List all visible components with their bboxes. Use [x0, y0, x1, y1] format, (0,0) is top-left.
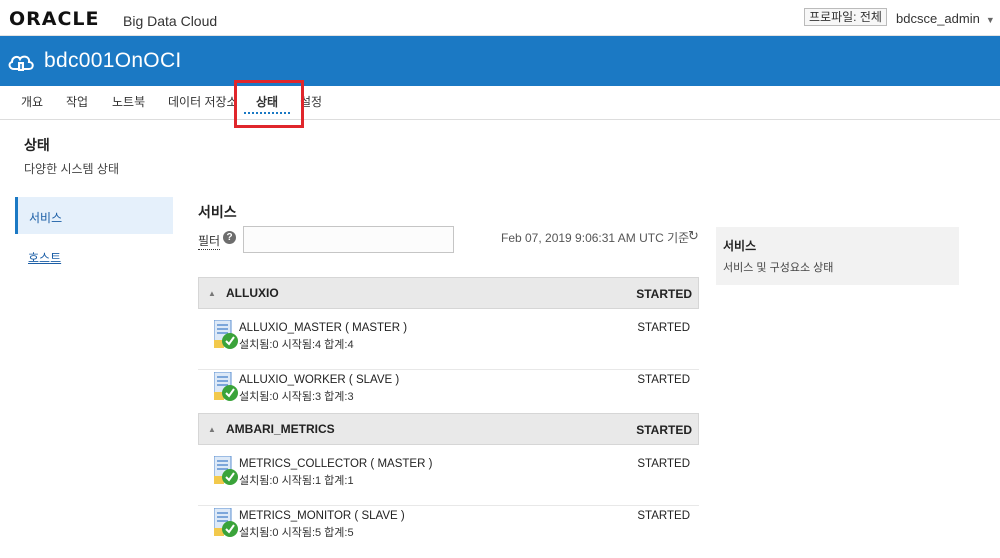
service-group-header[interactable]: ▲ ALLUXIO STARTED: [198, 277, 699, 309]
service-title: bdc001OnOCI: [44, 49, 182, 72]
info-panel-title: 서비스: [723, 239, 757, 253]
service-status: STARTED: [637, 374, 690, 386]
service-name: METRICS_MONITOR ( SLAVE ): [239, 510, 405, 522]
service-ok-icon: [214, 372, 238, 401]
tab-bar: [0, 86, 1000, 120]
group-status: STARTED: [636, 287, 692, 301]
service-name: ALLUXIO_WORKER ( SLAVE ): [239, 374, 400, 386]
product-name: Big Data Cloud: [123, 13, 218, 29]
info-panel-description: 서비스 및 구성요소 상태: [723, 262, 834, 274]
last-updated-timestamp: Feb 07, 2019 9:06:31 AM UTC 기준: [501, 231, 690, 245]
sidebar-item-label: 서비스: [29, 211, 63, 225]
service-status: STARTED: [637, 322, 690, 334]
sidebar-item-hosts[interactable]: 호스트: [28, 249, 61, 266]
page-subtitle: 다양한 시스템 상태: [24, 162, 119, 176]
service-name: ALLUXIO_MASTER ( MASTER ): [239, 322, 408, 334]
group-status: STARTED: [636, 423, 692, 437]
highlight-box: [234, 80, 304, 128]
collapse-triangle-icon[interactable]: ▲: [208, 289, 216, 298]
service-counts: 설치됨:0 시작됨:5 합계:5: [239, 527, 354, 539]
page-title: 상태: [24, 137, 50, 153]
tab-overview[interactable]: 개요: [21, 94, 43, 114]
service-ok-icon: [214, 320, 238, 349]
collapse-triangle-icon[interactable]: ▲: [208, 425, 216, 434]
service-status: STARTED: [637, 458, 690, 470]
help-icon[interactable]: ?: [223, 231, 236, 244]
group-name: ALLUXIO: [226, 286, 279, 300]
tab-data-stores[interactable]: 데이터 저장소: [168, 94, 238, 114]
tab-jobs[interactable]: 작업: [66, 94, 88, 114]
service-ok-icon: [214, 456, 238, 485]
service-row: ALLUXIO_MASTER ( MASTER ) 설치됨:0 시작됨:4 합계…: [198, 318, 699, 370]
service-counts: 설치됨:0 시작됨:4 합계:4: [239, 339, 354, 351]
section-title: 서비스: [198, 204, 237, 220]
profile-selector[interactable]: 프로파일: 전체: [804, 8, 887, 26]
cloud-icon: [8, 55, 34, 71]
tab-notebook[interactable]: 노트북: [112, 94, 145, 114]
user-name: bdcsce_admin: [896, 11, 980, 26]
refresh-icon[interactable]: ↻: [688, 228, 699, 244]
service-name: METRICS_COLLECTOR ( MASTER ): [239, 458, 433, 470]
info-panel: [716, 227, 959, 285]
filter-input[interactable]: [243, 226, 454, 253]
service-ok-icon: [214, 508, 238, 537]
chevron-down-icon: ▼: [985, 15, 995, 25]
filter-label: 필터: [198, 234, 221, 250]
service-row: METRICS_MONITOR ( SLAVE ) 설치됨:0 시작됨:5 합계…: [198, 506, 699, 558]
sidebar-item-services[interactable]: 서비스: [15, 197, 173, 234]
service-counts: 설치됨:0 시작됨:3 합계:3: [239, 391, 354, 403]
service-counts: 설치됨:0 시작됨:1 합계:1: [239, 475, 354, 487]
service-group-header[interactable]: ▲ AMBARI_METRICS STARTED: [198, 413, 699, 445]
oracle-logo[interactable]: ORACLE: [9, 8, 100, 30]
group-name: AMBARI_METRICS: [226, 422, 335, 436]
service-status: STARTED: [637, 510, 690, 522]
user-menu[interactable]: bdcsce_admin ▼: [896, 11, 995, 26]
service-row: METRICS_COLLECTOR ( MASTER ) 설치됨:0 시작됨:1…: [198, 454, 699, 506]
